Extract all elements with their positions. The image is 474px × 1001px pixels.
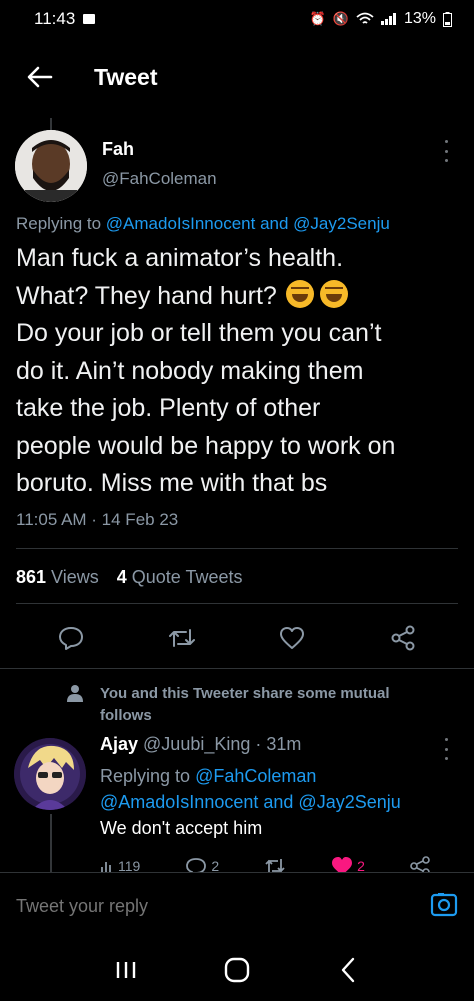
share-button[interactable] [383,622,423,654]
views-count: 861 [16,567,47,587]
tweet-line: What? They hand hurt? [16,278,466,316]
divider [16,548,458,549]
tweet-line: boruto. Miss me with that bs [16,469,328,497]
like-button[interactable] [272,622,312,654]
heart-icon [280,627,305,649]
tweet-line: Do your job or tell them you can’t [16,319,382,347]
battery-icon [443,11,452,27]
quotes-stat[interactable]: 4 Quote Tweets [117,567,243,588]
page-title: Tweet [94,63,158,90]
thread-line [50,814,52,874]
reply-button[interactable] [51,622,91,654]
laughing-emoji-icon [319,279,348,308]
reply-header: Ajay @Juubi_King · 31m [100,734,301,755]
retweet-button[interactable] [162,622,202,654]
status-left: 11:43 [34,9,96,29]
home-button[interactable] [217,950,257,990]
tweet-line: take the job. Plenty of other [16,394,321,422]
home-icon [224,957,250,982]
quotes-label: Quote Tweets [131,567,243,587]
laughing-emoji-icon [285,279,314,308]
back-arrow-icon[interactable] [10,52,70,102]
mention-link[interactable]: @Jay2Senju [298,792,400,812]
tweet-timestamp[interactable]: 11:05 AM · 14 Feb 23 [16,510,178,530]
mention-link[interactable]: @Jay2Senju [293,214,390,233]
reply-author-meta[interactable]: @Juubi_King · 31m [138,734,301,754]
person-icon [67,685,83,702]
replying-prefix: Replying to [100,766,196,786]
mention-link[interactable]: @AmadoIsInnocent [106,214,256,233]
system-nav-bar [0,938,474,1001]
status-right: ⏰ 🔇 13% [310,10,452,28]
author-handle[interactable]: @FahColeman [102,169,217,189]
reply-author-name[interactable]: Ajay [100,734,138,754]
replying-prefix: Replying to [16,214,106,233]
replying-and: and [258,792,299,812]
recent-apps-icon [116,961,135,978]
reply-composer [0,872,474,938]
replying-to: Replying to @FahColeman @AmadoIsInnocent… [100,763,401,815]
share-icon [391,625,415,651]
reply-icon [59,627,84,650]
tweet-text: Man fuck a animator’s health. What? They… [16,240,466,503]
wifi-icon [356,12,374,24]
status-time: 11:43 [34,9,76,28]
recent-apps-button[interactable] [106,950,146,990]
author-name[interactable]: Fah [102,139,134,160]
battery-percent: 13% [403,10,436,27]
avatar[interactable] [15,130,87,202]
nav-back-button[interactable] [328,950,368,990]
signal-icon [380,13,396,25]
tweet-line: people would be happy to work on [16,431,396,460]
tweet-actions [0,622,474,654]
views-label: Views [51,567,99,587]
tweet-line: do it. Ain’t nobody making them [16,356,364,385]
divider [16,603,458,604]
tweet-line-text: What? They hand hurt? [16,281,284,310]
more-options-icon[interactable] [438,738,454,760]
avatar[interactable] [14,738,86,810]
reply-text: We don't accept him [100,818,263,838]
camera-icon [430,893,458,917]
alarm-icon: ⏰ [309,11,326,26]
header: Tweet [0,52,474,102]
mention-link[interactable]: @FahColeman [195,766,316,786]
views-stat[interactable]: 861 Views [16,567,99,588]
more-options-icon[interactable] [438,140,454,162]
mention-link[interactable]: @AmadoIsInnocent [100,792,258,812]
divider [0,668,474,669]
retweet-icon [168,629,195,647]
reply-input[interactable] [16,896,376,917]
replying-to: Replying to @AmadoIsInnocent and @Jay2Se… [16,214,390,234]
tweet-line: Man fuck a animator’s health. [16,244,344,272]
views-icon [101,862,111,873]
mutual-follows-text: You and this Tweeter share some mutual f… [100,685,390,724]
status-bar: 11:43 ⏰ 🔇 13% [0,0,474,38]
replying-and: and [255,214,294,233]
tweet-stats: 861 Views 4 Quote Tweets [16,567,243,588]
notification-icon [83,14,96,24]
camera-button[interactable] [430,891,458,919]
quotes-count: 4 [116,567,127,587]
mute-icon: 🔇 [332,11,349,26]
chevron-left-icon [342,957,355,982]
